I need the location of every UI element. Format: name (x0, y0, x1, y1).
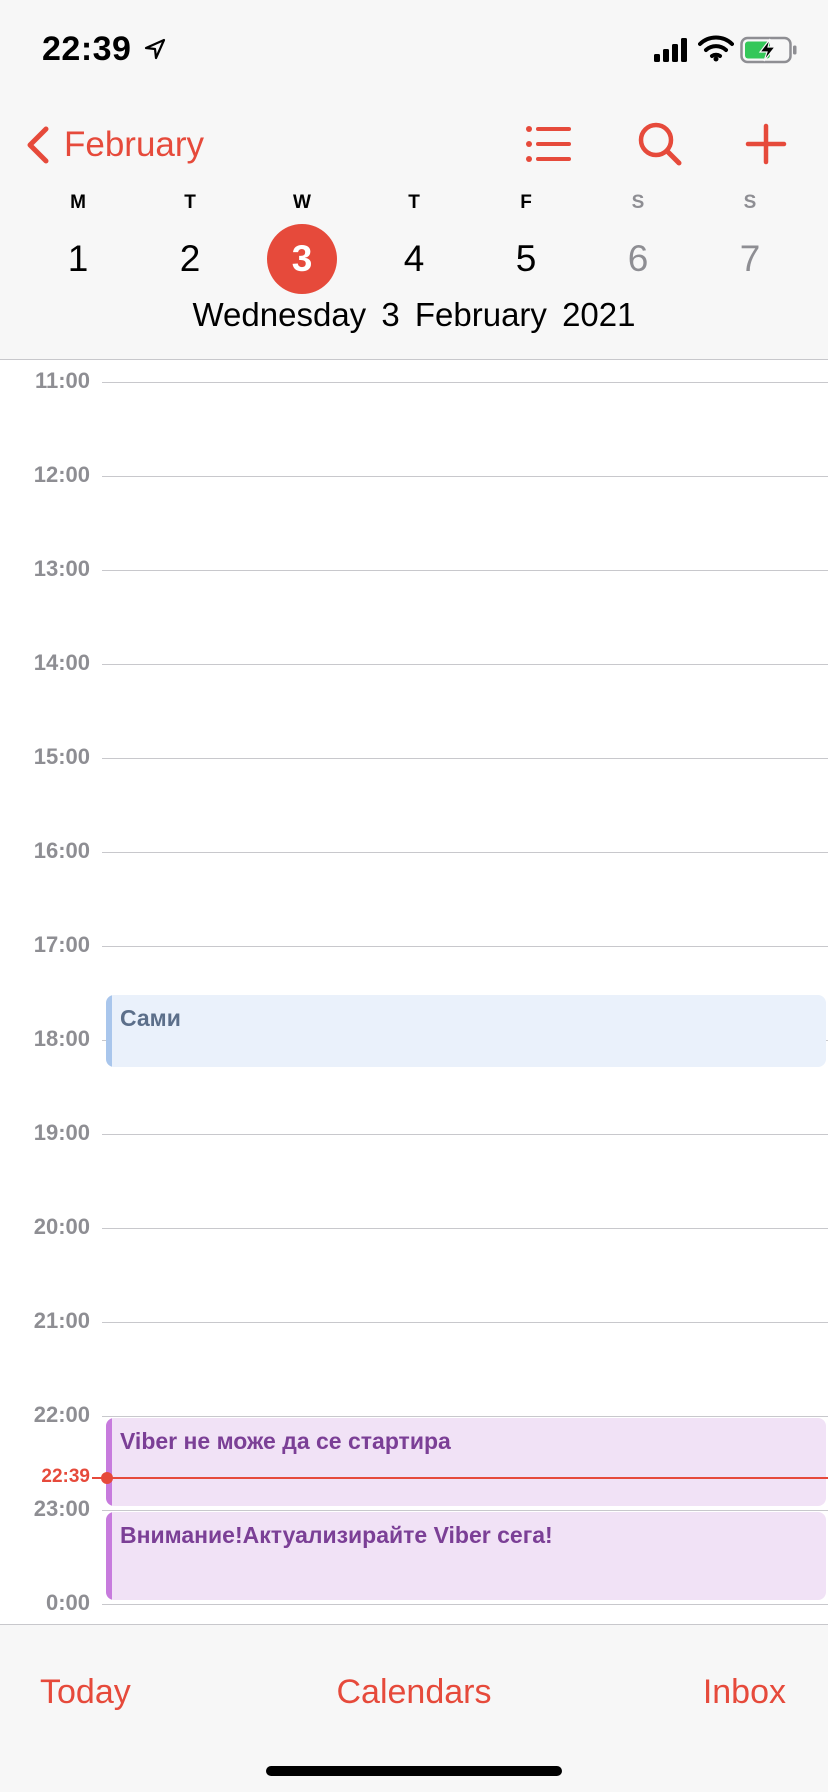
day-of-week-label: F (520, 192, 532, 213)
hour-gridline (102, 1134, 828, 1135)
day-of-week-label: W (293, 192, 311, 213)
day-of-week-label: M (70, 192, 86, 213)
hour-row: 13:00 (0, 550, 828, 581)
status-time: 22:39 (42, 30, 132, 68)
hour-gridline (102, 1510, 828, 1511)
hour-label: 17:00 (33, 932, 90, 957)
hour-label: 15:00 (33, 744, 90, 769)
hour-label: 0:00 (45, 1590, 90, 1615)
hour-gridline (102, 570, 828, 571)
hour-row: 11:00 (0, 362, 828, 393)
calendar-header: February M 1 T 2 W 3 T 4 F 5 S 6 S 7 Wed… (0, 100, 828, 360)
calendar-event[interactable]: Viber не може да се стартира (106, 1418, 826, 1506)
hour-gridline (102, 664, 828, 665)
hour-label: 23:00 (33, 1496, 90, 1521)
hour-label: 21:00 (33, 1308, 90, 1333)
day-of-week-label: T (184, 192, 196, 213)
chevron-left-icon (27, 126, 49, 164)
hour-label: 16:00 (33, 838, 90, 863)
add-icon[interactable] (740, 118, 792, 170)
hour-row: 17:00 (0, 926, 828, 957)
hour-row: 15:00 (0, 738, 828, 769)
current-time-label: 22:39 (41, 1466, 90, 1487)
hour-gridline (102, 382, 828, 383)
calendar-event[interactable]: Внимание!Актуализирайте Viber сега! (106, 1512, 826, 1600)
back-to-month-button[interactable]: February (22, 120, 204, 170)
location-arrow-icon (144, 38, 166, 60)
hour-gridline (102, 758, 828, 759)
hour-gridline (102, 1322, 828, 1323)
hour-row: 12:00 (0, 456, 828, 487)
day-number: 6 (627, 238, 649, 279)
hour-label: 18:00 (33, 1026, 90, 1051)
day-number: 5 (515, 238, 537, 279)
day-of-week-label: S (743, 192, 757, 213)
day-number: 1 (67, 238, 89, 279)
hour-gridline (102, 1228, 828, 1229)
hour-label: 20:00 (33, 1214, 90, 1239)
hour-label: 14:00 (33, 650, 90, 675)
hour-label: 19:00 (33, 1120, 90, 1145)
list-icon[interactable] (522, 118, 574, 170)
hour-row: 14:00 (0, 644, 828, 675)
battery-charging-icon (740, 36, 797, 64)
hour-gridline (102, 476, 828, 477)
day-number: 7 (739, 238, 761, 279)
inbox-button[interactable]: Inbox (703, 1673, 786, 1712)
day-number-selected: 3 (267, 224, 337, 294)
day-number: 4 (403, 238, 425, 279)
hour-label: 11:00 (34, 368, 90, 393)
wifi-icon (698, 35, 734, 62)
day-timeline[interactable]: 11:00 12:00 13:00 14:00 15:00 16:00 17:0… (0, 360, 828, 1624)
hour-label: 22:00 (33, 1402, 90, 1427)
hour-label: 12:00 (33, 462, 90, 487)
hour-gridline (102, 1416, 828, 1417)
event-color-bar (106, 1418, 112, 1506)
selected-full-date: Wednesday 3 February 2021 (192, 296, 636, 333)
hour-label: 13:00 (33, 556, 90, 581)
hour-row: 20:00 (0, 1208, 828, 1239)
home-indicator[interactable] (266, 1766, 562, 1776)
event-title: Сами (120, 1005, 181, 1031)
event-title: Viber не може да се стартира (120, 1428, 451, 1454)
hour-row: 21:00 (0, 1302, 828, 1333)
search-icon[interactable] (634, 118, 686, 170)
hour-gridline (102, 852, 828, 853)
current-time-indicator: 22:39 (0, 1466, 828, 1490)
event-color-bar (106, 1512, 112, 1600)
day-of-week-label: S (631, 192, 645, 213)
day-number: 2 (179, 238, 201, 279)
calendar-event[interactable]: Сами (106, 995, 826, 1067)
cellular-signal-icon (654, 38, 687, 62)
hour-gridline (102, 946, 828, 947)
current-time-line (92, 1477, 828, 1479)
hour-row: 19:00 (0, 1114, 828, 1145)
event-title: Внимание!Актуализирайте Viber сега! (120, 1522, 553, 1548)
status-bar: 22:39 (0, 0, 828, 100)
hour-gridline (102, 1604, 828, 1605)
current-time-dot (101, 1472, 113, 1484)
today-button[interactable]: Today (40, 1673, 131, 1712)
hour-row: 16:00 (0, 832, 828, 863)
event-color-bar (106, 995, 112, 1067)
back-label: February (64, 125, 205, 164)
day-of-week-label: T (408, 192, 420, 213)
